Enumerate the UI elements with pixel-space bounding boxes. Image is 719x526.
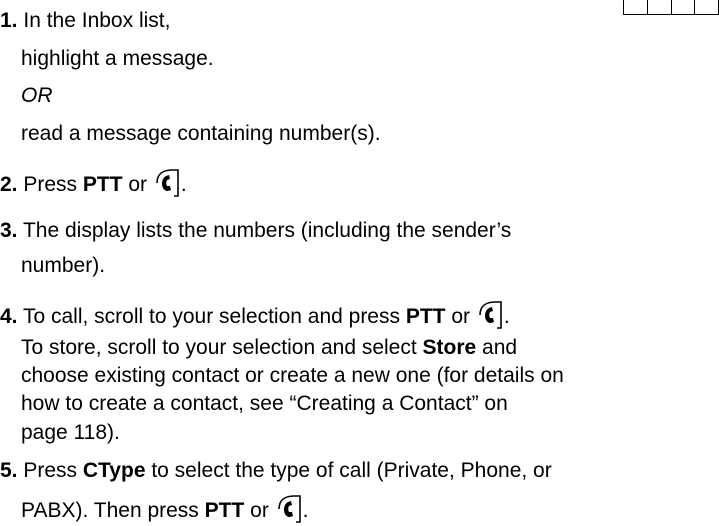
step-number: 1.	[0, 9, 18, 33]
step-text-pre: Press	[23, 172, 83, 196]
step-4-line-1: 4. To call, scroll to your selection and…	[0, 300, 510, 330]
or-label: OR	[21, 83, 53, 107]
step-text-mid: or	[445, 305, 476, 329]
step-1-alt-line: read a message containing number(s).	[21, 122, 381, 146]
store-text-post: and	[476, 335, 518, 359]
step-1-line-2: highlight a message.	[21, 46, 214, 70]
step-4-store-line-1: To store, scroll to your selection and s…	[21, 337, 517, 358]
step-text-mid: or	[244, 499, 275, 523]
header-cell	[695, 0, 718, 14]
step-text-post: .	[302, 499, 309, 523]
step-4-store-line-3: how to create a contact, see “Creating a…	[21, 392, 508, 416]
ptt-key-label: PTT	[82, 172, 123, 196]
step-text-pre: PABX). Then press	[21, 499, 205, 523]
step-text-pre: Press	[23, 458, 83, 482]
step-5-line-1: 5. Press CType to select the type of cal…	[0, 460, 552, 481]
step-4-store-line-2: choose existing contact or create a new …	[21, 364, 564, 388]
ctype-key-label: CType	[82, 458, 146, 482]
step-4-store-line-4: page 118).	[21, 421, 120, 445]
header-cell	[624, 0, 648, 14]
step-5-line-2: PABX). Then press PTT or .	[21, 494, 309, 524]
ptt-key-label: PTT	[204, 499, 245, 523]
step-number: 5.	[0, 458, 18, 482]
header-cell	[672, 0, 696, 14]
step-text-pre: To call, scroll to your selection and pr…	[22, 305, 406, 329]
step-1-line-1: 1. In the Inbox list,	[0, 10, 170, 31]
step-number: 2.	[0, 172, 18, 196]
step-3-line-2: number).	[21, 254, 106, 278]
step-number: 3.	[0, 218, 18, 242]
store-text-pre: To store, scroll to your selection and s…	[21, 335, 423, 359]
ptt-key-label: PTT	[405, 305, 446, 329]
step-text: The display lists the numbers (including…	[22, 218, 512, 242]
step-number: 4.	[0, 305, 18, 329]
step-3-line-1: 3. The display lists the numbers (includ…	[0, 220, 511, 241]
step-text-post: to select the type of call (Private, Pho…	[145, 458, 552, 482]
store-key-label: Store	[422, 335, 477, 359]
step-text-post: .	[503, 305, 510, 329]
header-cell	[648, 0, 672, 14]
call-key-icon	[154, 168, 180, 198]
step-text-post: .	[180, 172, 187, 196]
call-key-icon	[276, 494, 302, 524]
call-key-icon	[477, 300, 503, 330]
step-2-line: 2. Press PTT or .	[0, 168, 187, 198]
page-header-tab-box	[623, 0, 719, 15]
step-text-mid: or	[122, 172, 153, 196]
step-text: In the Inbox list,	[23, 9, 171, 33]
